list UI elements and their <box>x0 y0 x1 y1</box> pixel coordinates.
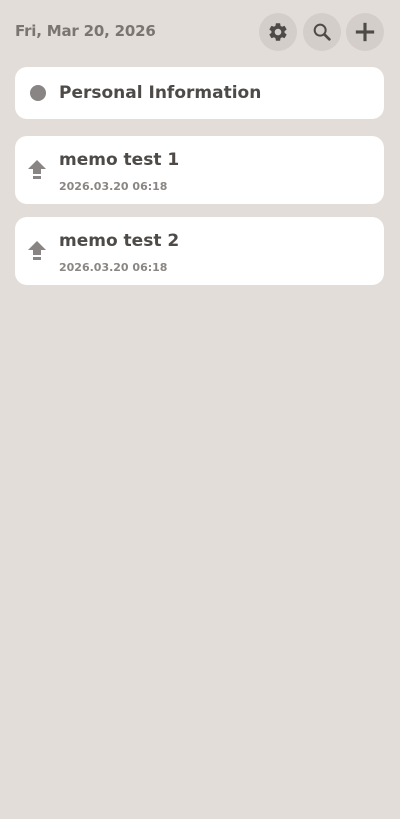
gear-icon <box>269 23 287 41</box>
memo-title: memo test 1 <box>59 150 180 170</box>
search-button[interactable] <box>303 13 341 51</box>
plus-icon <box>355 22 375 42</box>
memo-title: memo test 2 <box>59 231 180 251</box>
pinned-item-title: Personal Information <box>59 83 262 103</box>
settings-button[interactable] <box>259 13 297 51</box>
app-header: Fri, Mar 20, 2026 <box>0 0 400 66</box>
memo-item[interactable]: memo test 1 2026.03.20 06:18 <box>15 136 384 204</box>
upload-arrow-icon <box>28 160 46 179</box>
dot-icon <box>30 85 46 101</box>
current-date: Fri, Mar 20, 2026 <box>15 22 156 40</box>
memo-timestamp: 2026.03.20 06:18 <box>59 180 168 193</box>
upload-arrow-icon <box>28 241 46 260</box>
pinned-item[interactable]: Personal Information <box>15 67 384 119</box>
search-icon <box>313 23 331 41</box>
add-memo-button[interactable] <box>346 13 384 51</box>
memo-item[interactable]: memo test 2 2026.03.20 06:18 <box>15 217 384 285</box>
memo-timestamp: 2026.03.20 06:18 <box>59 261 168 274</box>
